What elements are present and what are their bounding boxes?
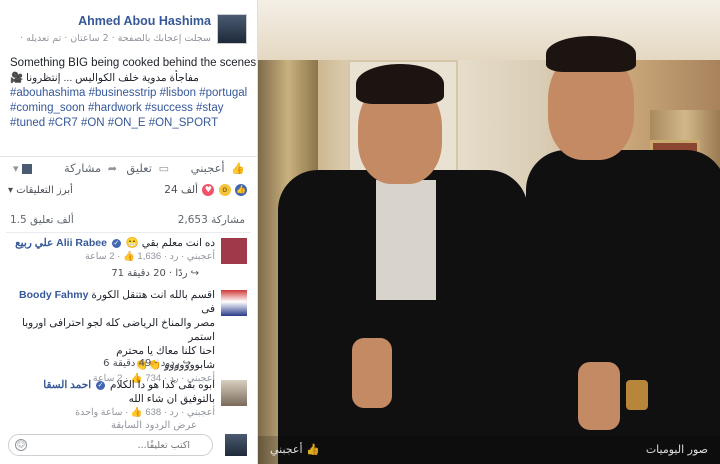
post-header: Ahmed Abou Hashima سجلت إعجابك بالصفحة ·… — [0, 8, 257, 48]
page-name[interactable]: Ahmed Abou Hashima — [78, 14, 211, 28]
reactions-summary[interactable]: 24 ألف ♥ o 👍 — [164, 184, 247, 196]
person-left-hair — [356, 64, 444, 104]
comment-label: تعليق — [126, 161, 152, 175]
comment-item: Boody Fahmy اقسم بالله انت هتنقل الكورة … — [6, 288, 251, 384]
hashtags-line-1[interactable]: #abouhashima #businesstrip #lisbon #port… — [10, 86, 249, 101]
comment-input[interactable] — [9, 435, 212, 455]
chevron-down-icon: ▾ — [8, 185, 14, 196]
post-line-arabic: مفاجأة مدوية خلف الكواليس ... إنتظرونا 🎥 — [10, 72, 199, 84]
like-label: أعجبني — [190, 161, 225, 175]
comment-body: علي ربيع Alii Rabee ✓ ده انت معلم بقي 😁 … — [8, 236, 215, 264]
photo-like-label: أعجبني — [270, 443, 303, 456]
photo-like-button[interactable]: أعجبني 👍 — [270, 443, 320, 456]
person-left-hand — [352, 338, 392, 408]
commenter-name[interactable]: Alii Rabee — [56, 237, 107, 249]
audience-dropdown[interactable]: ▾ — [10, 161, 33, 175]
comment-text-line-1: ابوه بقى كدا هو دا الكلام — [110, 379, 215, 391]
reply-arrow-icon: ↪ — [190, 268, 199, 279]
thumbs-up-icon: 👍 — [306, 443, 320, 456]
post-line-english: Something BIG being cooked behind the sc… — [10, 57, 257, 69]
profile-mini-icon — [22, 163, 33, 174]
reactions-count: 24 ألف — [164, 184, 198, 196]
love-reaction-icon: ♥ — [202, 184, 215, 196]
hashtags-line-2[interactable]: #coming_soon #hardwork #success #stay — [10, 101, 249, 116]
replies-label: عرض الردود السابقة — [110, 420, 197, 431]
replies-link[interactable]: 6 ردود · 49 دقيقة ↪ — [103, 358, 191, 369]
comment-body: Boody Fahmy اقسم بالله انت هتنقل الكورة … — [8, 288, 215, 386]
comment-text-line-1: اقسم بالله انت هتنقل الكورة فى — [91, 289, 215, 315]
chevron-down-icon: ▾ — [13, 162, 19, 175]
commenter-name[interactable]: Boody Fahmy — [19, 289, 88, 301]
comment-text-line-2: مصر والمناخ الرياضى كله لجو احترافى اورو… — [22, 317, 215, 343]
commenter-avatar[interactable] — [221, 290, 247, 316]
verified-badge-icon: ✓ — [96, 380, 106, 390]
replies-label: 6 ردود · 49 دقيقة — [103, 358, 180, 369]
comment-sort-dropdown[interactable]: أبرز التعليقات ▾ — [8, 185, 73, 196]
divider — [6, 232, 251, 233]
commenter-name-arabic[interactable]: علي ربيع — [15, 237, 53, 249]
commenter-avatar[interactable] — [221, 380, 247, 406]
wristwatch — [626, 380, 648, 410]
verified-badge-icon: ✓ — [111, 238, 121, 248]
shares-count[interactable]: 2,653 مشاركة — [178, 214, 245, 226]
comment-composer: ☺ — [8, 434, 249, 456]
post-photo[interactable]: أعجبني 👍 صور اليوميات — [258, 0, 720, 464]
comment-input-box[interactable]: ☺ — [8, 434, 213, 456]
composer-avatar — [225, 434, 247, 456]
comment-button[interactable]: تعليق ▭ — [126, 161, 169, 175]
share-button[interactable]: مشاركة ➦ — [64, 161, 117, 175]
wow-reaction-icon: o — [218, 184, 231, 196]
comment-text-line-3: احنا كلنا معاك يا محترم — [116, 345, 215, 357]
post-meta: سجلت إعجابك بالصفحة · 2 ساعتان · تم تعدي… — [20, 33, 211, 44]
commenter-name-arabic[interactable]: احمد السقا — [43, 379, 91, 391]
like-button[interactable]: أعجبني 👍 — [191, 161, 245, 175]
post-text: Something BIG being cooked behind the sc… — [10, 56, 257, 131]
comments-count[interactable]: 1.5 ألف تعليق — [10, 214, 74, 226]
hashtags-line-3[interactable]: #tuned #CR7 #ON #ON_E #ON_SPORT — [10, 116, 249, 131]
thumbs-up-icon: 👍 — [231, 162, 245, 175]
emoji-icon[interactable]: ☺ — [15, 439, 27, 451]
replies-label: 71 ردًا · 20 دقيقة — [111, 268, 188, 279]
sort-label: أبرز التعليقات — [16, 185, 73, 196]
person-right-hair — [546, 36, 636, 72]
comment-icon: ▭ — [158, 162, 169, 175]
post-stats: 2,653 مشاركة 1.5 ألف تعليق — [0, 212, 257, 228]
comment-item: احمد السقا ✓ ابوه بقى كدا هو دا الكلام ب… — [6, 378, 251, 426]
comment-text: ده انت معلم بقي 😁 — [125, 237, 215, 249]
comment-meta[interactable]: أعجبني · رد · 1,636 👍 · 2 ساعة — [8, 250, 215, 264]
comment-body: احمد السقا ✓ ابوه بقى كدا هو دا الكلام ب… — [8, 378, 215, 420]
like-reaction-icon: 👍 — [235, 184, 247, 196]
reply-arrow-icon: ↪ — [182, 358, 191, 369]
person-right-hand — [578, 362, 620, 430]
share-label: مشاركة — [64, 161, 102, 175]
person-left-shirt — [376, 180, 436, 300]
photo-ceiling — [258, 0, 720, 60]
person-right-shirt — [526, 150, 720, 464]
commenter-avatar[interactable] — [221, 238, 247, 264]
previous-replies-link[interactable]: عرض الردود السابقة — [111, 420, 197, 431]
replies-link[interactable]: 71 ردًا · 20 دقيقة ↪ — [111, 268, 199, 279]
page-avatar[interactable] — [217, 14, 247, 44]
comment-text-line-2: بالتوفيق ان شاء الله — [128, 393, 215, 405]
post-panel: Ahmed Abou Hashima سجلت إعجابك بالصفحة ·… — [0, 0, 258, 464]
photo-album-link[interactable]: صور اليوميات — [646, 443, 708, 456]
share-icon: ➦ — [107, 162, 117, 175]
post-actions: أعجبني 👍 تعليق ▭ مشاركة ➦ ▾ — [0, 156, 257, 178]
comment-meta[interactable]: أعجبني · رد · 638 👍 · ساعة واحدة — [8, 406, 215, 420]
